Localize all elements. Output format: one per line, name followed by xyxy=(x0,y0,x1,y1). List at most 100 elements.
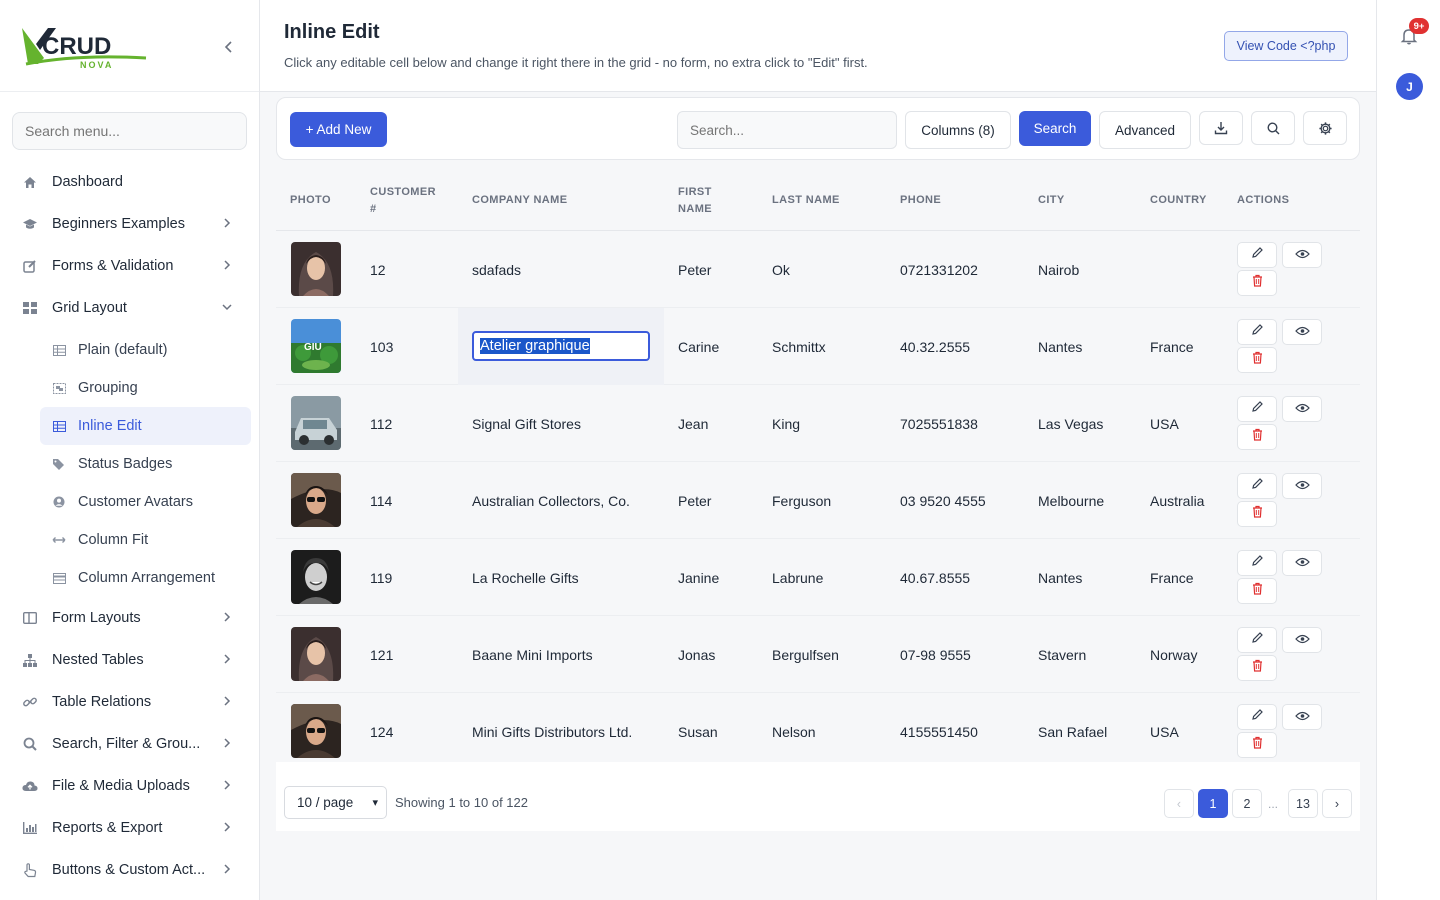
edit-row-button[interactable] xyxy=(1237,550,1277,576)
cell-last-name[interactable]: Ferguson xyxy=(772,462,831,539)
view-row-button[interactable] xyxy=(1282,319,1322,345)
inline-edit-input[interactable]: Atelier graphique xyxy=(472,331,650,361)
cell-last-name[interactable]: Labrune xyxy=(772,539,823,616)
cell-last-name[interactable]: Nelson xyxy=(772,693,816,770)
cell-phone[interactable]: 4155551450 xyxy=(900,693,978,770)
menu-search-input[interactable] xyxy=(12,112,247,150)
header-first-name[interactable]: FIRST NAME xyxy=(678,170,722,231)
cell-first-name[interactable]: Jean xyxy=(678,385,708,462)
cell-first-name[interactable]: Janine xyxy=(678,539,719,616)
cell-last-name[interactable]: Bergulfsen xyxy=(772,616,839,693)
header-phone[interactable]: PHONE xyxy=(900,170,941,231)
page-size-select[interactable]: 10 / page ▾ xyxy=(284,786,387,819)
cell-country[interactable]: USA xyxy=(1150,385,1179,462)
cell-country[interactable]: USA xyxy=(1150,693,1179,770)
cell-city[interactable]: Stavern xyxy=(1038,616,1086,693)
cell-city[interactable]: Nantes xyxy=(1038,539,1082,616)
delete-row-button[interactable] xyxy=(1237,732,1277,758)
advanced-button[interactable]: Advanced xyxy=(1099,111,1191,149)
collapse-sidebar-button[interactable] xyxy=(218,36,240,58)
header-last-name[interactable]: LAST NAME xyxy=(772,170,840,231)
search-button[interactable]: Search xyxy=(1019,111,1091,146)
sidebar-item-forms-validation[interactable]: Forms & Validation xyxy=(0,245,260,287)
edit-row-button[interactable] xyxy=(1237,627,1277,653)
view-code-button[interactable]: View Code <?php xyxy=(1224,31,1348,61)
grid-search-input[interactable] xyxy=(677,111,897,149)
sidebar-item-buttons-custom-actions[interactable]: Buttons & Custom Act... xyxy=(0,849,260,891)
cell-first-name[interactable]: Carine xyxy=(678,308,719,385)
cell-phone[interactable]: 40.32.2555 xyxy=(900,308,970,385)
sidebar-subitem-plain-default[interactable]: Plain (default) xyxy=(40,331,251,369)
cell-phone[interactable]: 0721331202 xyxy=(900,231,978,308)
cell-last-name[interactable]: King xyxy=(772,385,800,462)
sidebar-subitem-column-arrangement[interactable]: Column Arrangement xyxy=(40,559,251,597)
cell-city[interactable]: Las Vegas xyxy=(1038,385,1103,462)
page-2-button[interactable]: 2 xyxy=(1232,789,1262,818)
view-row-button[interactable] xyxy=(1282,242,1322,268)
edit-row-button[interactable] xyxy=(1237,704,1277,730)
sidebar-item-table-relations[interactable]: Table Relations xyxy=(0,681,260,723)
page-13-button[interactable]: 13 xyxy=(1288,789,1318,818)
cell-company-name[interactable]: Australian Collectors, Co. xyxy=(472,462,630,539)
sidebar-item-form-layouts[interactable]: Form Layouts xyxy=(0,597,260,639)
cell-company-name[interactable]: La Rochelle Gifts xyxy=(472,539,579,616)
edit-row-button[interactable] xyxy=(1237,319,1277,345)
delete-row-button[interactable] xyxy=(1237,270,1277,296)
delete-row-button[interactable] xyxy=(1237,501,1277,527)
view-row-button[interactable] xyxy=(1282,473,1322,499)
view-row-button[interactable] xyxy=(1282,396,1322,422)
sidebar-item-search-filter[interactable]: Search, Filter & Grou... xyxy=(0,723,260,765)
view-row-button[interactable] xyxy=(1282,627,1322,653)
cell-city[interactable]: San Rafael xyxy=(1038,693,1107,770)
cell-phone[interactable]: 7025551838 xyxy=(900,385,978,462)
sidebar-item-reports-export[interactable]: Reports & Export xyxy=(0,807,260,849)
cell-company-name[interactable]: Signal Gift Stores xyxy=(472,385,581,462)
user-avatar[interactable]: J xyxy=(1396,73,1423,100)
sidebar-item-beginners-examples[interactable]: Beginners Examples xyxy=(0,203,260,245)
prev-page-button[interactable]: ‹ xyxy=(1164,789,1194,818)
delete-row-button[interactable] xyxy=(1237,424,1277,450)
settings-button[interactable] xyxy=(1303,111,1347,145)
cell-company-name[interactable]: Mini Gifts Distributors Ltd. xyxy=(472,693,632,770)
xcrud-nova-logo[interactable]: CRUD NOVA xyxy=(18,24,150,70)
search-toggle-button[interactable] xyxy=(1251,111,1295,145)
cell-first-name[interactable]: Peter xyxy=(678,231,711,308)
sidebar-subitem-grouping[interactable]: Grouping xyxy=(40,369,251,407)
cell-city[interactable]: Nairob xyxy=(1038,231,1079,308)
cell-country[interactable]: Norway xyxy=(1150,616,1197,693)
header-company-name[interactable]: COMPANY NAME xyxy=(472,170,567,231)
sidebar-item-grid-layout[interactable]: Grid Layout xyxy=(0,287,260,329)
cell-company-name[interactable]: sdafads xyxy=(472,231,521,308)
sidebar-item-nested-tables[interactable]: Nested Tables xyxy=(0,639,260,681)
view-row-button[interactable] xyxy=(1282,704,1322,730)
sidebar-subitem-column-fit[interactable]: Column Fit xyxy=(40,521,251,559)
cell-last-name[interactable]: Schmittx xyxy=(772,308,826,385)
cell-phone[interactable]: 03 9520 4555 xyxy=(900,462,986,539)
delete-row-button[interactable] xyxy=(1237,578,1277,604)
sidebar-subitem-inline-edit[interactable]: Inline Edit xyxy=(40,407,251,445)
header-customer[interactable]: CUSTOMER # xyxy=(370,170,444,231)
cell-city[interactable]: Melbourne xyxy=(1038,462,1104,539)
sidebar-item-file-media-uploads[interactable]: File & Media Uploads xyxy=(0,765,260,807)
cell-country[interactable]: Australia xyxy=(1150,462,1204,539)
header-city[interactable]: CITY xyxy=(1038,170,1065,231)
cell-country[interactable]: France xyxy=(1150,308,1194,385)
cell-phone[interactable]: 40.67.8555 xyxy=(900,539,970,616)
columns-button[interactable]: Columns (8) xyxy=(905,111,1011,149)
edit-row-button[interactable] xyxy=(1237,473,1277,499)
edit-row-button[interactable] xyxy=(1237,242,1277,268)
sidebar-item-dashboard[interactable]: Dashboard xyxy=(0,161,260,203)
cell-first-name[interactable]: Jonas xyxy=(678,616,715,693)
cell-city[interactable]: Nantes xyxy=(1038,308,1082,385)
download-button[interactable] xyxy=(1199,111,1243,145)
sidebar-subitem-status-badges[interactable]: Status Badges xyxy=(40,445,251,483)
delete-row-button[interactable] xyxy=(1237,655,1277,681)
next-page-button[interactable]: › xyxy=(1322,789,1352,818)
cell-first-name[interactable]: Susan xyxy=(678,693,718,770)
sidebar-subitem-customer-avatars[interactable]: Customer Avatars xyxy=(40,483,251,521)
edit-row-button[interactable] xyxy=(1237,396,1277,422)
cell-first-name[interactable]: Peter xyxy=(678,462,711,539)
add-new-button[interactable]: + Add New xyxy=(290,112,387,147)
view-row-button[interactable] xyxy=(1282,550,1322,576)
cell-country[interactable]: France xyxy=(1150,539,1194,616)
